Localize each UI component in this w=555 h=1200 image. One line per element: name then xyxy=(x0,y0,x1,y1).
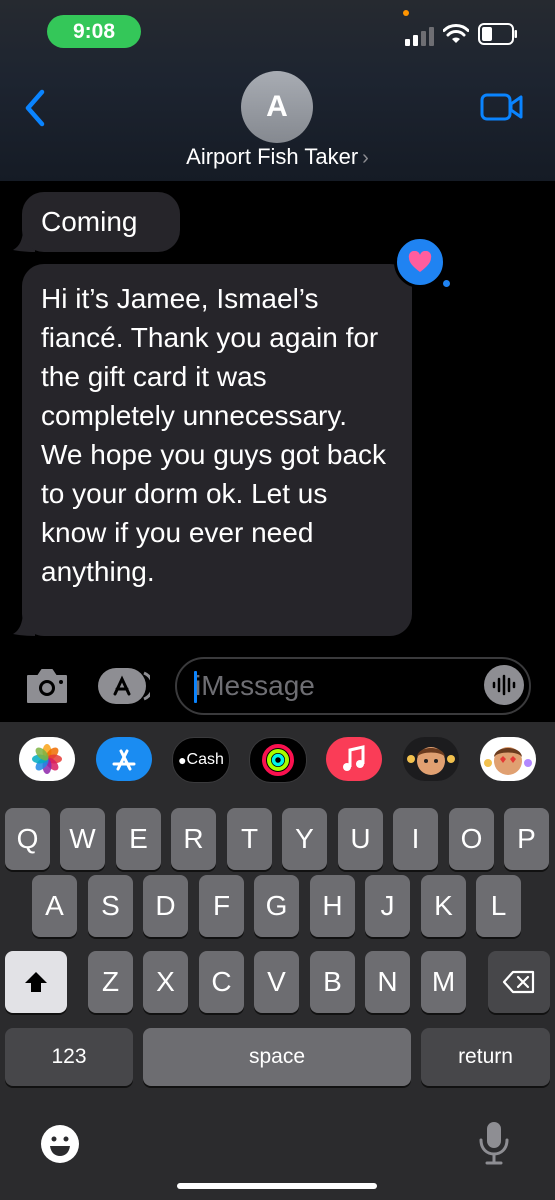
photos-app-button[interactable] xyxy=(19,737,75,781)
audio-message-button[interactable] xyxy=(484,665,524,705)
music-icon xyxy=(343,745,365,771)
contact-name: Airport Fish Taker xyxy=(186,144,359,169)
shift-key[interactable] xyxy=(5,951,67,1013)
received-message-bubble[interactable]: Hi it’s Jamee, Ismael’s fiancé. Thank yo… xyxy=(22,264,412,636)
space-key[interactable]: space xyxy=(143,1028,411,1086)
music-app-button[interactable] xyxy=(326,737,382,781)
waveform-icon xyxy=(492,674,516,696)
apps-icon[interactable] xyxy=(98,667,150,705)
key-p[interactable]: P xyxy=(504,808,549,870)
key-q[interactable]: Q xyxy=(5,808,50,870)
key-n[interactable]: N xyxy=(365,951,410,1013)
key-r[interactable]: R xyxy=(171,808,216,870)
key-s[interactable]: S xyxy=(88,875,133,937)
imessage-input[interactable] xyxy=(195,665,475,707)
key-h[interactable]: H xyxy=(310,875,355,937)
emoji-icon[interactable] xyxy=(40,1124,80,1164)
imessage-input-container[interactable] xyxy=(175,657,531,715)
app-store-icon xyxy=(112,749,136,771)
key-l[interactable]: L xyxy=(476,875,521,937)
app-store-app-button[interactable] xyxy=(96,737,152,781)
numbers-key[interactable]: 123 xyxy=(5,1028,133,1086)
key-u[interactable]: U xyxy=(338,808,383,870)
key-m[interactable]: M xyxy=(421,951,466,1013)
delete-backspace-icon xyxy=(502,970,535,994)
avatar-initial: A xyxy=(266,90,288,123)
mic-in-use-indicator xyxy=(403,10,409,16)
apple-cash-app-button[interactable]: ● Cash xyxy=(172,737,230,783)
key-i[interactable]: I xyxy=(393,808,438,870)
keyboard: ● Cash Q W E R T Y U I O P A S D F G H J… xyxy=(0,722,555,1200)
key-b[interactable]: B xyxy=(310,951,355,1013)
key-v[interactable]: V xyxy=(254,951,299,1013)
cellular-signal-icon xyxy=(405,27,434,46)
apple-cash-label: Cash xyxy=(186,751,224,768)
memoji-app-button[interactable] xyxy=(403,737,459,781)
message-text: Hi it’s Jamee, Ismael’s fiancé. Thank yo… xyxy=(41,283,387,587)
key-t[interactable]: T xyxy=(227,808,272,870)
memoji-icon xyxy=(407,747,455,775)
key-d[interactable]: D xyxy=(143,875,188,937)
key-c[interactable]: C xyxy=(199,951,244,1013)
message-text: Coming xyxy=(41,206,138,237)
heart-tapback[interactable] xyxy=(394,236,446,288)
dictation-mic-icon[interactable] xyxy=(478,1120,510,1166)
delete-key[interactable] xyxy=(488,951,550,1013)
animoji-icon xyxy=(484,747,532,775)
shift-arrow-icon xyxy=(25,972,47,992)
return-key[interactable]: return xyxy=(421,1028,550,1086)
key-k[interactable]: K xyxy=(421,875,466,937)
contact-name-button[interactable]: Airport Fish Taker › xyxy=(0,144,555,170)
wifi-icon xyxy=(443,24,469,43)
key-a[interactable]: A xyxy=(32,875,77,937)
status-time: 9:08 xyxy=(47,15,141,48)
battery-icon xyxy=(478,23,517,45)
key-e[interactable]: E xyxy=(116,808,161,870)
key-f[interactable]: F xyxy=(199,875,244,937)
facetime-video-icon[interactable] xyxy=(480,92,524,122)
received-message-bubble[interactable]: Coming xyxy=(22,192,180,252)
home-indicator[interactable] xyxy=(177,1183,377,1189)
camera-icon[interactable] xyxy=(24,666,70,706)
chevron-right-icon: › xyxy=(362,147,369,169)
tapback-tail-dot xyxy=(443,280,450,287)
contact-avatar[interactable]: A xyxy=(241,71,313,143)
activity-icon xyxy=(262,744,294,776)
heart-icon xyxy=(408,251,432,272)
animoji-app-button[interactable] xyxy=(480,737,536,781)
key-o[interactable]: O xyxy=(449,808,494,870)
key-w[interactable]: W xyxy=(60,808,105,870)
back-chevron-icon[interactable] xyxy=(22,88,50,128)
photos-icon xyxy=(32,744,62,774)
key-z[interactable]: Z xyxy=(88,951,133,1013)
apple-cash-icon: ● xyxy=(178,752,187,768)
key-x[interactable]: X xyxy=(143,951,188,1013)
conversation-header: 9:08 A Airport Fish Taker › xyxy=(0,0,555,181)
key-g[interactable]: G xyxy=(254,875,299,937)
activity-app-button[interactable] xyxy=(249,737,307,783)
key-y[interactable]: Y xyxy=(282,808,327,870)
key-j[interactable]: J xyxy=(365,875,410,937)
